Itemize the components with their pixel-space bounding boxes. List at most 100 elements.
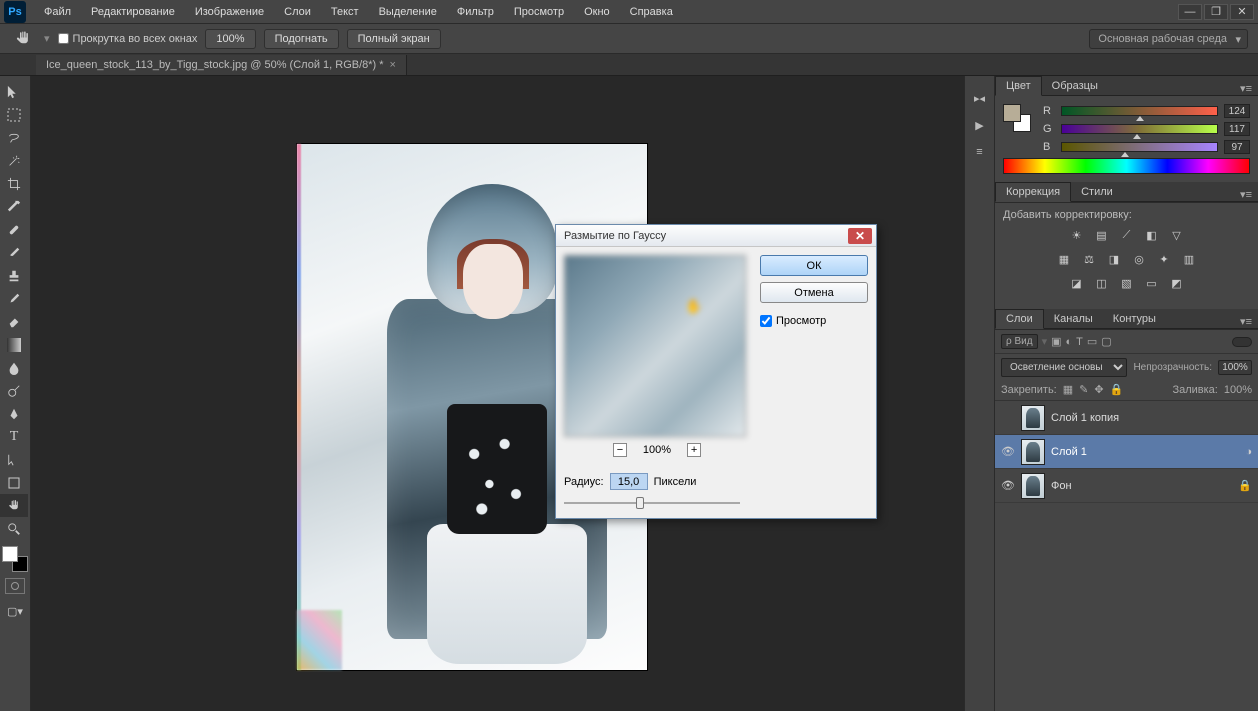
channel-mixer-icon[interactable]: ✦ — [1156, 251, 1172, 267]
move-tool-icon[interactable] — [0, 80, 28, 103]
balance-icon[interactable]: ⚖ — [1081, 251, 1097, 267]
scroll-all-windows-checkbox[interactable]: Прокрутка во всех окнах — [58, 33, 198, 45]
menu-text[interactable]: Текст — [321, 2, 369, 22]
lookup-icon[interactable]: ▥ — [1181, 251, 1197, 267]
tab-swatches[interactable]: Образцы — [1042, 77, 1108, 95]
collapsed-panel-icon-3[interactable]: ≡ — [976, 146, 982, 158]
close-document-icon[interactable]: × — [390, 59, 396, 71]
tab-styles[interactable]: Стили — [1071, 183, 1123, 201]
gradient-map-icon[interactable]: ▭ — [1144, 275, 1160, 291]
zoom-in-button[interactable]: + — [687, 443, 701, 457]
fg-swatch[interactable] — [1003, 104, 1021, 122]
zoom-out-button[interactable]: − — [613, 443, 627, 457]
b-value[interactable]: 97 — [1224, 140, 1250, 154]
hand-tool-icon[interactable] — [10, 28, 36, 50]
lock-all-icon[interactable]: 🔒 — [1110, 383, 1124, 396]
gradient-tool-icon[interactable] — [0, 333, 28, 356]
tab-paths[interactable]: Контуры — [1103, 310, 1166, 328]
menu-select[interactable]: Выделение — [369, 2, 447, 22]
brightness-icon[interactable]: ☀ — [1069, 227, 1085, 243]
lasso-tool-icon[interactable] — [0, 126, 28, 149]
collapsed-panel-icon-2[interactable]: ▶ — [975, 119, 983, 132]
panel-menu-icon[interactable]: ▾≡ — [1234, 82, 1258, 95]
radius-input[interactable] — [610, 473, 648, 490]
tab-layers[interactable]: Слои — [995, 309, 1044, 329]
foreground-color-swatch[interactable] — [2, 546, 18, 562]
stamp-tool-icon[interactable] — [0, 264, 28, 287]
bw-icon[interactable]: ◨ — [1106, 251, 1122, 267]
menu-help[interactable]: Справка — [620, 2, 683, 22]
menu-filter[interactable]: Фильтр — [447, 2, 504, 22]
collapsed-panel-icon-1[interactable]: ▸◂ — [974, 92, 985, 105]
quickmask-toggle-icon[interactable] — [5, 578, 25, 594]
menu-file[interactable]: Файл — [34, 2, 81, 22]
exposure-icon[interactable]: ◧ — [1144, 227, 1160, 243]
b-slider[interactable] — [1061, 142, 1218, 152]
fullscreen-button[interactable]: Полный экран — [347, 29, 441, 49]
layer-item[interactable]: Слой 1 копия — [995, 401, 1258, 435]
menu-image[interactable]: Изображение — [185, 2, 274, 22]
posterize-icon[interactable]: ◫ — [1094, 275, 1110, 291]
lock-pixels-icon[interactable]: ▦ — [1063, 383, 1073, 396]
path-select-tool-icon[interactable] — [0, 448, 28, 471]
dodge-tool-icon[interactable] — [0, 379, 28, 402]
layer-name[interactable]: Слой 1 копия — [1051, 412, 1252, 424]
filter-pixel-icon[interactable]: ▣ — [1051, 335, 1061, 348]
visibility-toggle-icon[interactable]: 👁 — [1001, 479, 1015, 492]
menu-view[interactable]: Просмотр — [504, 2, 574, 22]
visibility-toggle-icon[interactable]: 👁 — [1001, 445, 1015, 458]
menu-edit[interactable]: Редактирование — [81, 2, 185, 22]
menu-window[interactable]: Окно — [574, 2, 620, 22]
filter-adjust-icon[interactable]: ◐ — [1066, 336, 1073, 348]
layer-name[interactable]: Фон — [1051, 480, 1232, 492]
dialog-titlebar[interactable]: Размытие по Гауссу ✕ — [556, 225, 876, 247]
eyedropper-tool-icon[interactable] — [0, 195, 28, 218]
invert-icon[interactable]: ◪ — [1069, 275, 1085, 291]
selective-color-icon[interactable]: ◩ — [1169, 275, 1185, 291]
pen-tool-icon[interactable] — [0, 402, 28, 425]
wand-tool-icon[interactable] — [0, 149, 28, 172]
preview-checkbox[interactable]: Просмотр — [760, 315, 868, 327]
filter-type-icon[interactable]: T — [1076, 336, 1083, 348]
photo-filter-icon[interactable]: ◎ — [1131, 251, 1147, 267]
menu-layers[interactable]: Слои — [274, 2, 321, 22]
r-value[interactable]: 124 — [1224, 104, 1250, 118]
window-maximize-button[interactable]: ❐ — [1204, 4, 1228, 20]
layer-thumbnail[interactable] — [1021, 405, 1045, 431]
layer-link-icon[interactable]: ◑ — [1245, 446, 1252, 458]
cancel-button[interactable]: Отмена — [760, 282, 868, 303]
screenmode-icon[interactable]: ▢▾ — [1, 600, 29, 623]
levels-icon[interactable]: ▤ — [1094, 227, 1110, 243]
fill-value[interactable]: 100% — [1224, 384, 1252, 396]
color-spectrum[interactable] — [1003, 158, 1250, 174]
color-swatches[interactable] — [2, 546, 28, 572]
layer-thumbnail[interactable] — [1021, 473, 1045, 499]
layer-item[interactable]: 👁 Фон 🔒 — [995, 469, 1258, 503]
layer-name[interactable]: Слой 1 — [1051, 446, 1239, 458]
filter-switch[interactable] — [1232, 337, 1252, 347]
marquee-tool-icon[interactable] — [0, 103, 28, 126]
eraser-tool-icon[interactable] — [0, 310, 28, 333]
zoom-100-button[interactable]: 100% — [205, 29, 255, 49]
workspace-selector[interactable]: Основная рабочая среда ▾ — [1089, 29, 1248, 49]
history-brush-tool-icon[interactable] — [0, 287, 28, 310]
curves-icon[interactable]: ⟋ — [1119, 227, 1135, 243]
layer-item[interactable]: 👁 Слой 1 ◑ — [995, 435, 1258, 469]
color-panel-swatches[interactable] — [1003, 104, 1031, 132]
zoom-tool-icon[interactable] — [0, 517, 28, 540]
type-tool-icon[interactable]: T — [0, 425, 28, 448]
dialog-close-button[interactable]: ✕ — [848, 228, 872, 244]
tab-channels[interactable]: Каналы — [1044, 310, 1103, 328]
hue-icon[interactable]: ▦ — [1056, 251, 1072, 267]
slider-thumb[interactable] — [636, 497, 644, 509]
r-slider[interactable] — [1061, 106, 1218, 116]
blend-mode-select[interactable]: Осветление основы — [1001, 358, 1127, 377]
lock-paint-icon[interactable]: ✎ — [1079, 383, 1088, 396]
blur-preview[interactable]: ✋ — [564, 255, 746, 437]
document-tab[interactable]: Ice_queen_stock_113_by_Tigg_stock.jpg @ … — [36, 55, 407, 75]
brush-tool-icon[interactable] — [0, 241, 28, 264]
window-close-button[interactable]: ✕ — [1230, 4, 1254, 20]
tab-adjustments[interactable]: Коррекция — [995, 182, 1071, 202]
filter-smart-icon[interactable]: ▢ — [1101, 335, 1111, 348]
ok-button[interactable]: ОК — [760, 255, 868, 276]
